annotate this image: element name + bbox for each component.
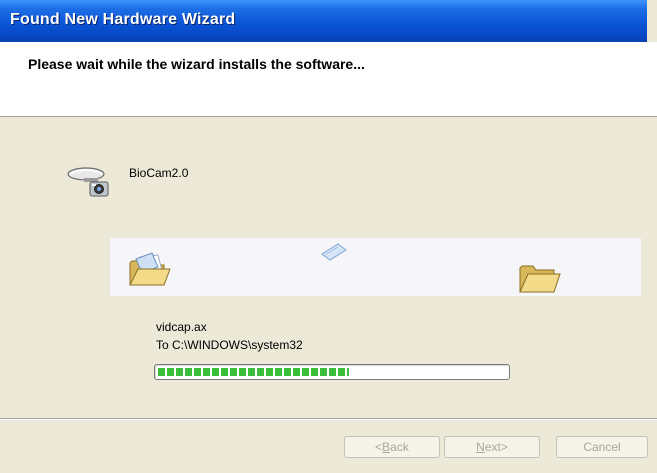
device-name: BioCam2.0 [129,166,189,180]
next-button[interactable]: Next > [444,436,540,458]
back-mnemonic: B [382,440,391,454]
install-progress-bar [154,364,510,380]
wizard-header: Please wait while the wizard installs th… [0,42,657,117]
footer-separator [0,418,657,420]
back-prefix: < [375,440,383,454]
back-rest: ack [390,440,409,454]
next-mnemonic: N [476,440,485,454]
progress-fill [158,368,349,376]
webcam-icon [67,167,109,197]
cancel-button[interactable]: Cancel [556,436,648,458]
cancel-label: Cancel [583,440,621,454]
next-suffix: > [500,440,508,454]
title-bar-edge [647,0,657,42]
open-folder-icon [129,252,171,286]
next-rest: ext [484,440,501,454]
current-file-name: vidcap.ax [156,320,207,334]
flying-paper-icon [321,243,347,261]
window-title: Found New Hardware Wizard [10,11,236,28]
open-folder-icon [519,265,561,293]
page-heading: Please wait while the wizard installs th… [28,56,365,72]
back-button[interactable]: < Back [344,436,440,458]
wizard-window: Found New Hardware Wizard Please wait wh… [0,0,657,473]
title-bar[interactable]: Found New Hardware Wizard [0,0,657,42]
destination-path: To C:\WINDOWS\system32 [156,338,303,352]
